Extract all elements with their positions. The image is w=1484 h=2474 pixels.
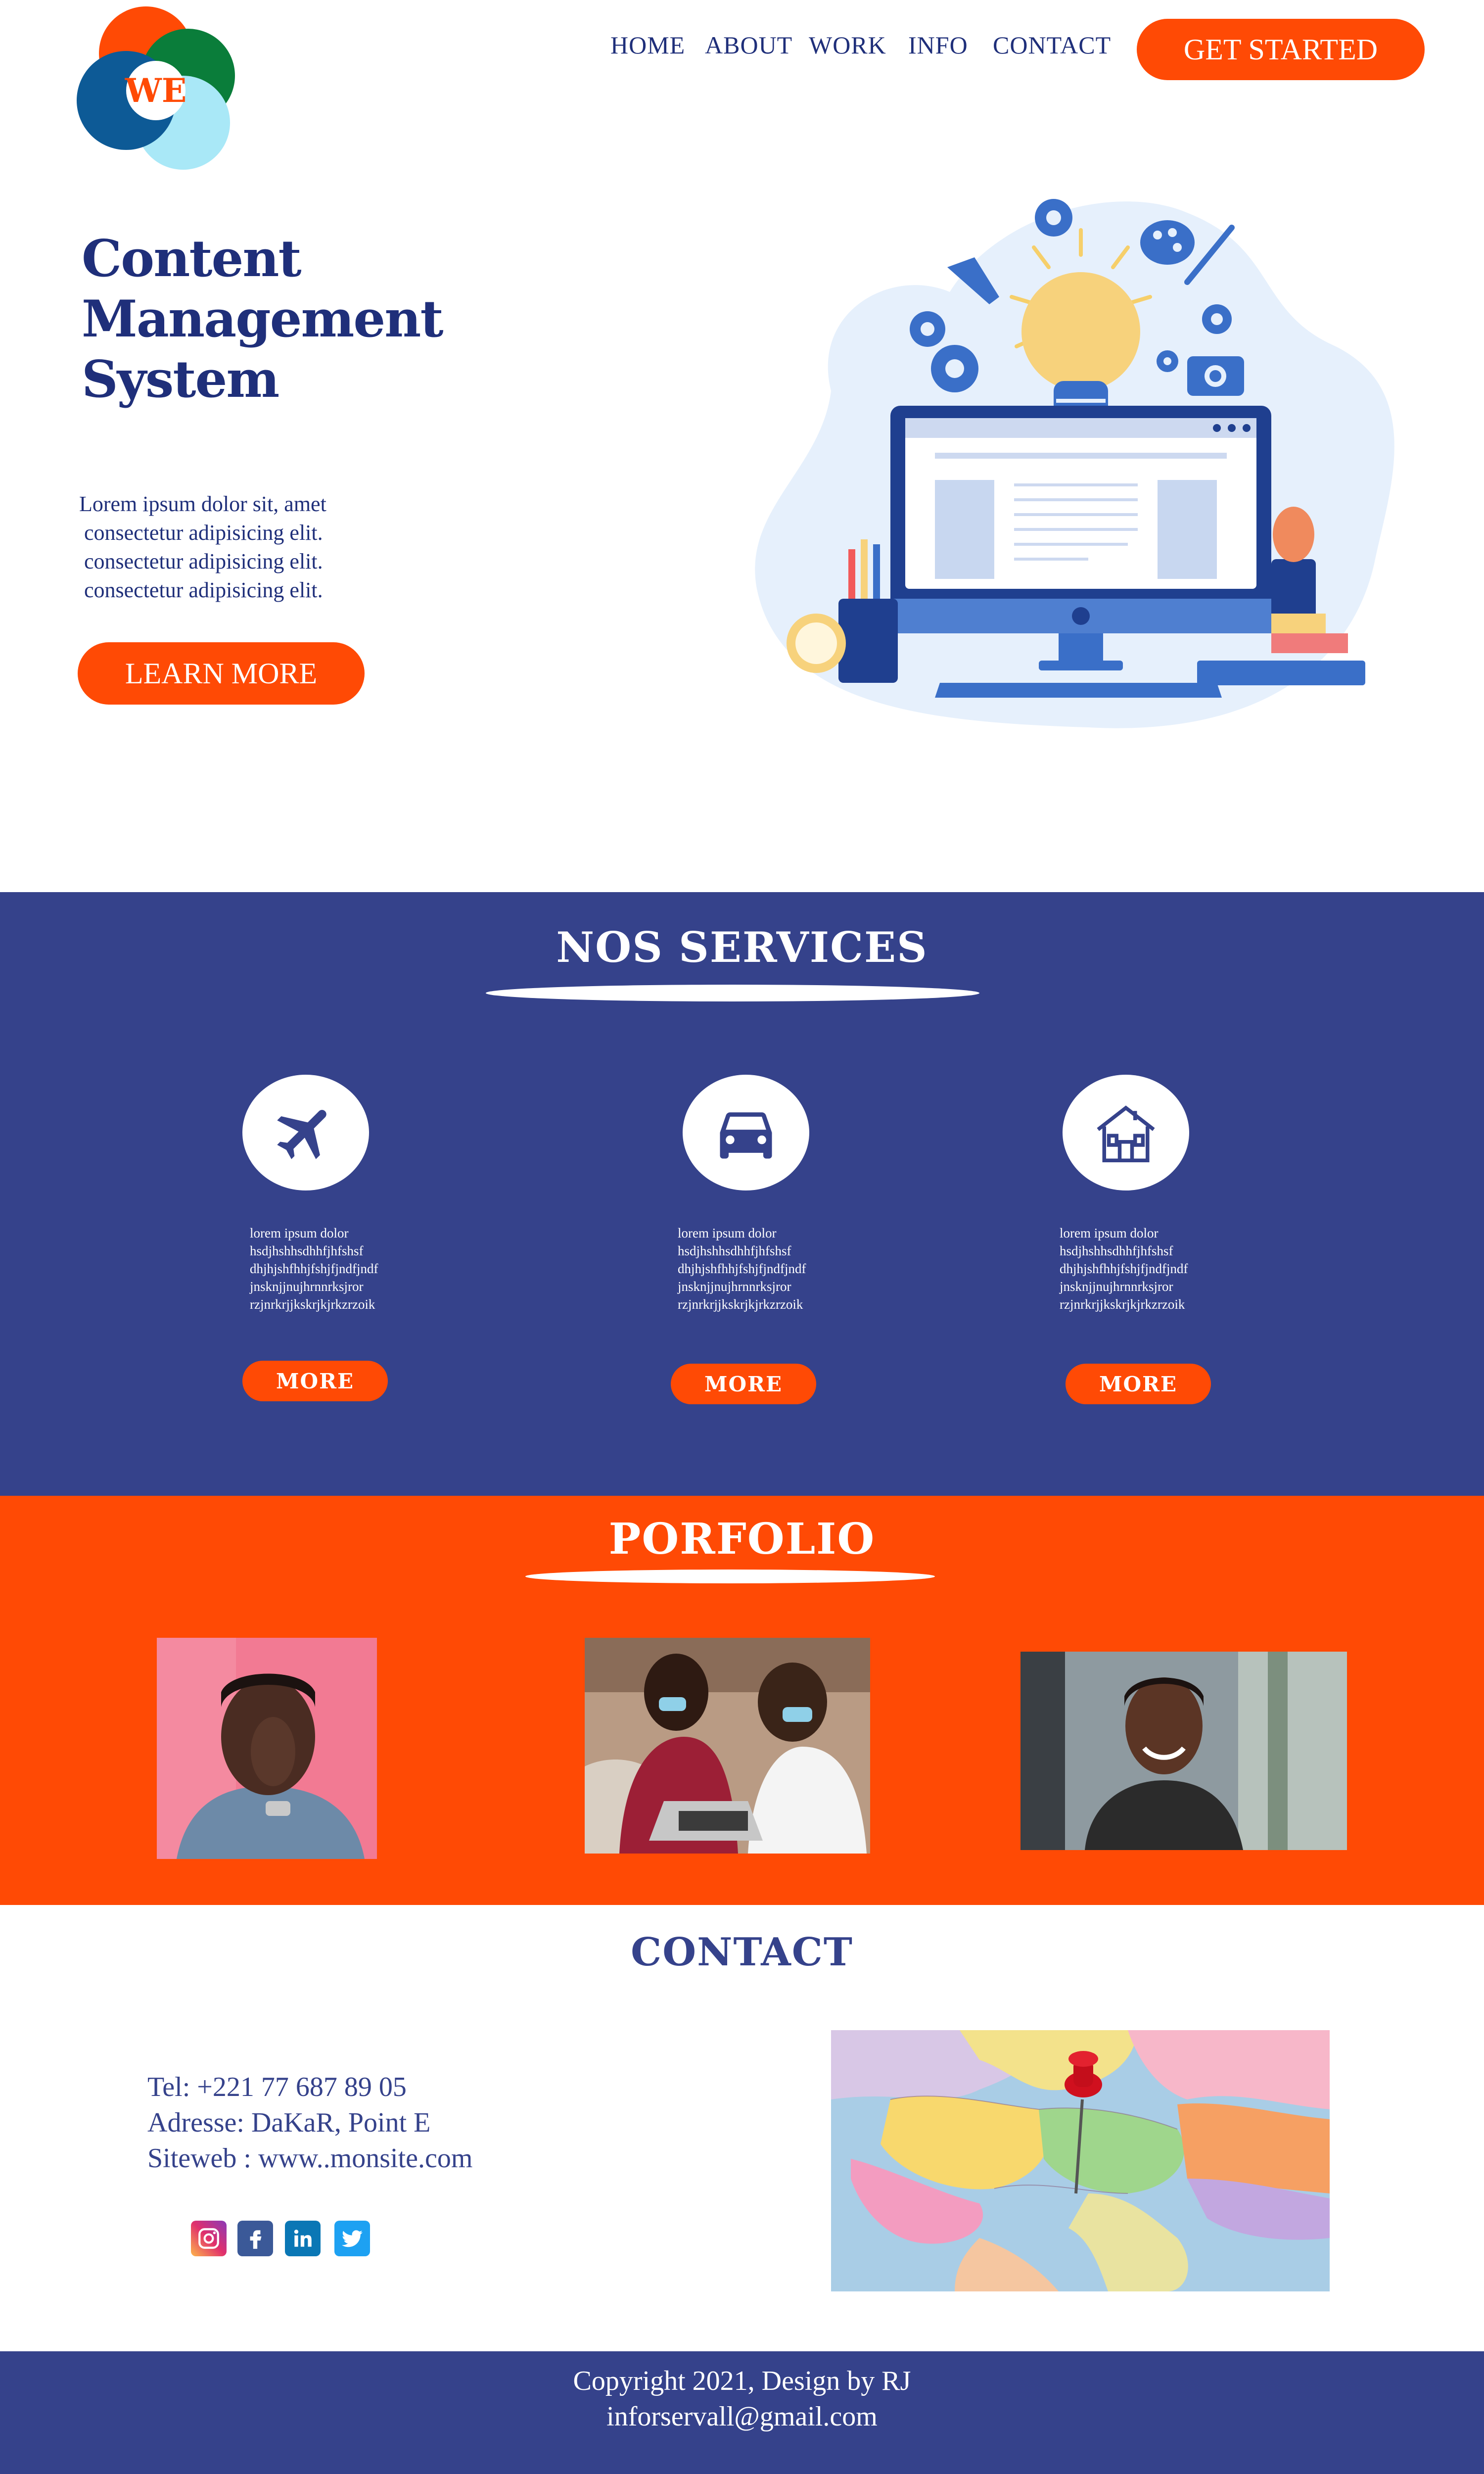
portfolio-photo[interactable] xyxy=(1020,1652,1347,1850)
service-more-button[interactable]: MORE xyxy=(1066,1364,1211,1404)
service-text-line: hsdjhshhsdhhfjhfshsf xyxy=(1060,1243,1173,1258)
location-map[interactable] xyxy=(831,2030,1330,2291)
service-text-line: jnsknjjnujhrnnrksjror xyxy=(1060,1279,1173,1294)
hero-description: Lorem ipsum dolor sit, amet consectetur … xyxy=(79,490,425,605)
service-icon-car xyxy=(683,1075,809,1190)
logo-text: WE xyxy=(125,71,186,110)
contact-website[interactable]: Siteweb : www..monsite.com xyxy=(147,2142,472,2174)
airplane-icon xyxy=(277,1110,326,1159)
hero-text-line: consectetur adipisicing elit. xyxy=(84,549,323,573)
hero-text-line: Lorem ipsum dolor sit, amet xyxy=(79,492,326,516)
service-more-button[interactable]: MORE xyxy=(242,1361,388,1401)
hero-text-line: consectetur adipisicing elit. xyxy=(84,578,323,602)
car-icon xyxy=(720,1112,772,1159)
portfolio-photo[interactable] xyxy=(585,1638,870,1854)
service-text-line: dhjhjshfhhjfshjfjndfjndf xyxy=(250,1261,378,1276)
service-text-line: dhjhjshfhhjfshjfjndfjndf xyxy=(678,1261,806,1276)
house-icon xyxy=(1097,1105,1155,1162)
nav-info[interactable]: INFO xyxy=(908,31,968,59)
service-more-button[interactable]: MORE xyxy=(671,1364,816,1404)
portfolio-photo[interactable] xyxy=(157,1638,377,1859)
service-icon-house xyxy=(1063,1075,1189,1190)
hero-title: Content Management System xyxy=(82,229,487,410)
footer-email[interactable]: inforservall@gmail.com xyxy=(0,2401,1484,2432)
service-icon-airplane xyxy=(242,1075,369,1190)
service-text-line: rzjnrkrjjkskrjkjrkzrzoik xyxy=(1060,1297,1185,1312)
service-text-line: lorem ipsum dolor xyxy=(678,1226,777,1240)
contact-title: CONTACT xyxy=(631,1930,853,1975)
linkedin-icon[interactable] xyxy=(285,2221,321,2256)
service-text-line: rzjnrkrjjkskrjkjrkzrzoik xyxy=(678,1297,803,1312)
nav-work[interactable]: WORK xyxy=(809,31,886,59)
service-text-line: lorem ipsum dolor xyxy=(1060,1226,1159,1240)
services-title: NOS SERVICES xyxy=(556,923,928,972)
nav-about[interactable]: ABOUT xyxy=(705,31,792,59)
hero-text-line: consectetur adipisicing elit. xyxy=(84,521,323,545)
twitter-icon[interactable] xyxy=(334,2221,370,2256)
service-description: lorem ipsum dolor hsdjhshhsdhhfjhfshsf d… xyxy=(678,1224,841,1313)
hero-title-line: System xyxy=(82,350,279,409)
title-underline xyxy=(486,985,979,1001)
nav-contact[interactable]: CONTACT xyxy=(993,31,1111,59)
service-text-line: lorem ipsum dolor xyxy=(250,1226,349,1240)
get-started-button[interactable]: GET STARTED xyxy=(1137,19,1425,80)
service-text-line: rzjnrkrjjkskrjkjrkzrzoik xyxy=(250,1297,375,1312)
contact-phone[interactable]: Tel: +221 77 687 89 05 xyxy=(147,2071,407,2103)
hero-illustration xyxy=(742,183,1415,742)
learn-more-button[interactable]: LEARN MORE xyxy=(78,642,365,705)
hero-title-line: Content xyxy=(82,229,302,288)
service-text-line: hsdjhshhsdhhfjhfshsf xyxy=(678,1243,791,1258)
contact-address: Adresse: DaKaR, Point E xyxy=(147,2107,431,2138)
service-text-line: jnsknjjnujhrnnrksjror xyxy=(250,1279,364,1294)
nav-home[interactable]: HOME xyxy=(610,31,685,59)
service-description: lorem ipsum dolor hsdjhshhsdhhfjhfshsf d… xyxy=(1060,1224,1223,1313)
service-text-line: hsdjhshhsdhhfjhfshsf xyxy=(250,1243,364,1258)
footer-copyright: Copyright 2021, Design by RJ xyxy=(573,2366,911,2396)
service-text-line: dhjhjshfhhjfshjfjndfjndf xyxy=(1060,1261,1188,1276)
instagram-icon[interactable] xyxy=(191,2221,227,2256)
service-text-line: jnsknjjnujhrnnrksjror xyxy=(678,1279,791,1294)
portfolio-title: PORFOLIO xyxy=(608,1514,876,1564)
brand-logo[interactable]: WE xyxy=(72,4,242,175)
title-underline xyxy=(525,1570,935,1583)
services-section xyxy=(0,892,1484,1496)
hero-title-line: Management xyxy=(82,289,444,349)
service-description: lorem ipsum dolor hsdjhshhsdhhfjhfshsf d… xyxy=(250,1224,413,1313)
facebook-icon[interactable] xyxy=(237,2221,273,2256)
